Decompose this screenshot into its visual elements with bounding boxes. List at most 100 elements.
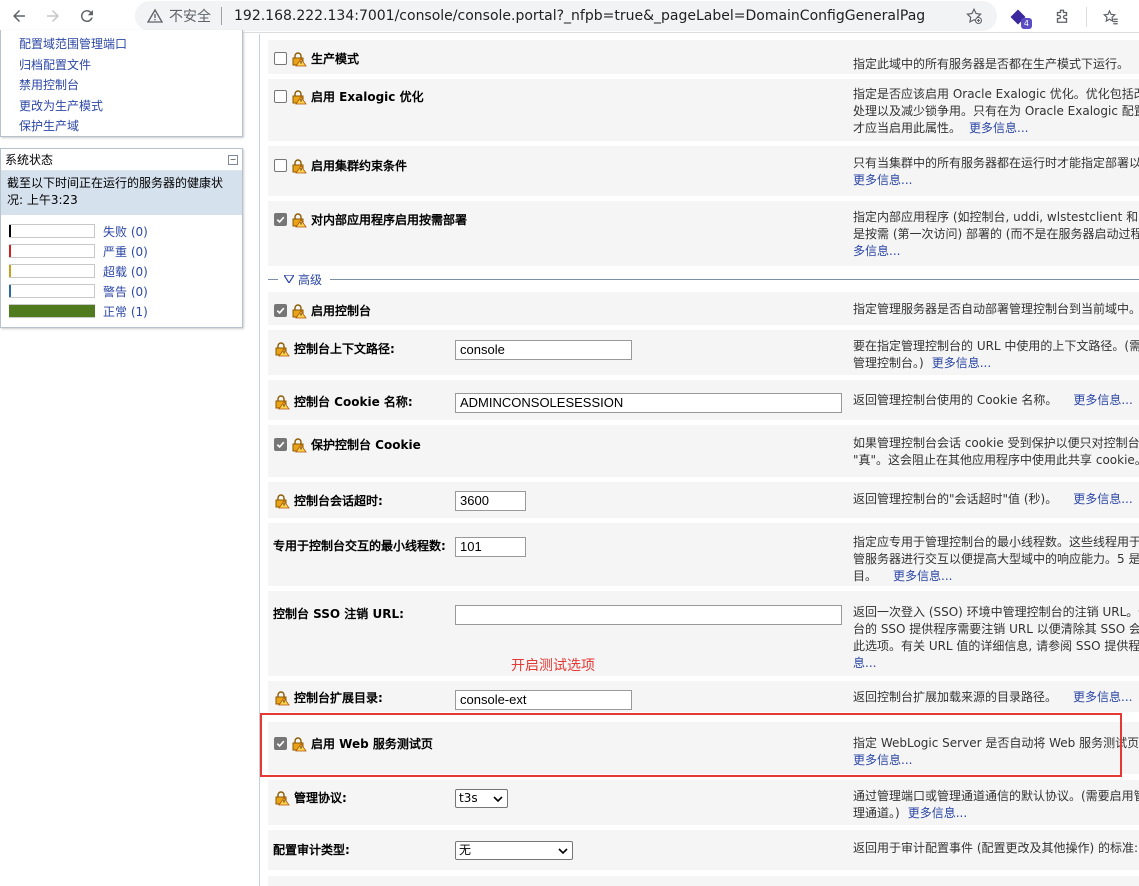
sso-logout-input[interactable]: [455, 605, 842, 625]
desc-line: 如果管理控制台会话 cookie 受到保护以便只对控制台可: [853, 436, 1139, 450]
min-threads-input[interactable]: 101: [455, 537, 526, 557]
check-icon: [275, 214, 286, 225]
health-link-ok[interactable]: 正常 (1): [103, 303, 148, 320]
desc-line: 台的 SSO 提供程序需要注销 URL 以便清除其 SSO 会话: [853, 622, 1139, 636]
context-path-label: 控制台上下文路径:: [294, 342, 395, 356]
console-enabled-label: 启用控制台: [311, 304, 372, 318]
forward-button[interactable]: [38, 1, 68, 31]
health-bar: [9, 244, 95, 258]
extension-dir-desc: 返回控制台扩展加载来源的目录路径。 更多信息...: [853, 689, 1139, 706]
cookie-name-input[interactable]: ADMINCONSOLESESSION: [455, 393, 842, 413]
desc-line: 理通道。) 更多信息...: [853, 805, 1139, 822]
extensions-menu-button[interactable]: [1044, 2, 1080, 32]
context-path-input[interactable]: console: [455, 340, 632, 360]
admin-protocol-select[interactable]: t3s: [455, 789, 508, 808]
extension-badge: 4: [1020, 17, 1032, 29]
console-enabled-checkbox[interactable]: [274, 304, 287, 317]
url-separator: [221, 7, 222, 25]
insecure-label: 不安全: [169, 9, 211, 25]
context-path-row: 控制台上下文路径: console 要在指定管理控制台的 URL 中使用的上下文…: [268, 330, 1139, 375]
lock-warning-icon: [292, 303, 307, 318]
sso-logout-row: 控制台 SSO 注销 URL: 返回一次登入 (SSO) 环境中管理控制台的注销…: [268, 591, 1139, 676]
how-to-link[interactable]: 配置域范围管理端口: [19, 37, 127, 51]
puzzle-icon: [1056, 9, 1068, 23]
health-link-failed[interactable]: 失败 (0): [103, 223, 148, 240]
desc-text: 返回控制台扩展加载来源的目录路径。: [853, 690, 1058, 704]
more-info-link[interactable]: 息...: [853, 656, 876, 670]
audit-type-select[interactable]: 无: [455, 841, 573, 860]
bookmark-star-icon[interactable]: [965, 7, 983, 25]
context-path-desc: 要在指定管理控制台的 URL 中使用的上下文路径。(需 管理控制台。) 更多信息.…: [853, 338, 1139, 372]
sso-logout-desc: 返回一次登入 (SSO) 环境中管理控制台的注销 URL。仅 台的 SSO 提供…: [853, 604, 1139, 672]
lock-warning-icon: [275, 341, 290, 356]
advanced-section-label: 高级: [298, 273, 323, 287]
system-status-description: 截至以下时间正在运行的服务器的健康状况: 上午3:23: [1, 171, 242, 215]
list-item: 禁用控制台: [19, 75, 242, 96]
desc-line: 更多信息...: [853, 172, 1139, 189]
advanced-section-toggle[interactable]: 高级: [268, 270, 1139, 288]
cluster-constraints-checkbox[interactable]: [274, 159, 287, 172]
admin-protocol-desc: 通过管理端口或管理通道通信的默认协议。(需要启用管 理通道。) 更多信息...: [853, 788, 1139, 822]
system-status-title: 系统状态: [5, 153, 54, 167]
cluster-constraints-label: 启用集群约束条件: [311, 159, 408, 173]
on-demand-deploy-checkbox[interactable]: [274, 213, 287, 226]
extension-dir-input[interactable]: console-ext: [455, 690, 632, 710]
more-info-link[interactable]: 更多信息...: [932, 356, 991, 370]
list-item: 归档配置文件: [19, 55, 242, 76]
desc-line: 处理以及减少锁争用。只有在为 Oracle Exalogic 配置 W: [853, 104, 1139, 118]
more-info-link[interactable]: 更多信息...: [1073, 690, 1132, 704]
address-bar[interactable]: 不安全 192.168.222.134:7001/console/console…: [135, 1, 997, 31]
desc-line: 只有当集群中的所有服务器都在运行时才能指定部署以: [853, 156, 1139, 170]
more-info-link[interactable]: 更多信息...: [1073, 492, 1132, 506]
lock-warning-icon: [275, 690, 290, 705]
admin-protocol-label: 管理协议:: [294, 791, 347, 805]
extension-dir-label: 控制台扩展目录:: [294, 691, 383, 705]
sso-logout-label: 控制台 SSO 注销 URL:: [273, 607, 404, 621]
select-value: 无: [459, 843, 472, 857]
desc-text: 管理控制台。): [853, 356, 924, 370]
how-to-list: 配置域范围管理端口 归档配置文件 禁用控制台 更改为生产模式 保护生产域: [1, 30, 242, 137]
protect-cookie-row: 保护控制台 Cookie 如果管理控制台会话 cookie 受到保护以便只对控制…: [268, 425, 1139, 477]
health-link-critical[interactable]: 严重 (0): [103, 243, 148, 260]
how-to-link[interactable]: 更改为生产模式: [19, 99, 103, 113]
protect-cookie-checkbox[interactable]: [274, 438, 287, 451]
how-to-link[interactable]: 归档配置文件: [19, 58, 91, 72]
health-link-warning[interactable]: 警告 (0): [103, 283, 148, 300]
url-text[interactable]: 192.168.222.134:7001/console/console.por…: [234, 8, 924, 24]
on-demand-deploy-desc: 指定内部应用程序 (如控制台, uddi, wlstestclient 和 ud…: [853, 209, 1139, 260]
lock-warning-icon: [292, 158, 307, 173]
desc-line: 返回一次登入 (SSO) 环境中管理控制台的注销 URL。仅: [853, 605, 1139, 619]
more-info-link[interactable]: 更多信息...: [908, 806, 967, 820]
more-info-link[interactable]: 更多信息...: [853, 173, 912, 187]
desc-line: 指定内部应用程序 (如控制台, uddi, wlstestclient 和 ud…: [853, 210, 1139, 224]
favorites-button[interactable]: [1093, 2, 1129, 32]
desc-line: 多信息...: [853, 243, 1139, 260]
list-item: 更改为生产模式: [19, 96, 242, 117]
how-to-link[interactable]: 禁用控制台: [19, 78, 79, 92]
health-link-overloaded[interactable]: 超载 (0): [103, 263, 148, 280]
desc-text: 返回管理控制台使用的 Cookie 名称。: [853, 393, 1058, 407]
more-info-link[interactable]: 更多信息...: [1073, 393, 1132, 407]
reload-button[interactable]: [72, 1, 102, 31]
desc-line: 此选项。有关 URL 值的详细信息, 请参阅 SSO 提供程序: [853, 639, 1139, 653]
collapse-icon[interactable]: −: [228, 155, 238, 165]
check-icon: [275, 439, 286, 450]
exalogic-checkbox[interactable]: [274, 90, 287, 103]
cluster-constraints-desc: 只有当集群中的所有服务器都在运行时才能指定部署以 更多信息...: [853, 155, 1139, 189]
annotation-highlight-box: [260, 713, 1122, 777]
health-row-ok: 正常 (1): [9, 303, 148, 319]
back-button[interactable]: [4, 1, 34, 31]
production-mode-checkbox[interactable]: [274, 52, 287, 65]
on-demand-deploy-label: 对内部应用程序启用按需部署: [311, 213, 468, 227]
desc-line: 是按需 (第一次访问) 部署的 (而不是在服务器启动过程: [853, 227, 1139, 241]
check-icon: [275, 305, 286, 316]
more-info-link[interactable]: 更多信息...: [893, 569, 952, 583]
more-info-link[interactable]: 多信息...: [853, 244, 900, 258]
desc-line: 指定是否应该启用 Oracle Exalogic 优化。优化包括改进: [853, 87, 1139, 101]
health-bar: [9, 304, 95, 318]
more-info-link[interactable]: 更多信息...: [969, 121, 1028, 135]
how-to-link[interactable]: 保护生产域: [19, 119, 79, 133]
session-timeout-input[interactable]: 3600: [455, 491, 526, 511]
extension-button[interactable]: 4: [1000, 2, 1036, 32]
reload-icon: [80, 10, 93, 23]
